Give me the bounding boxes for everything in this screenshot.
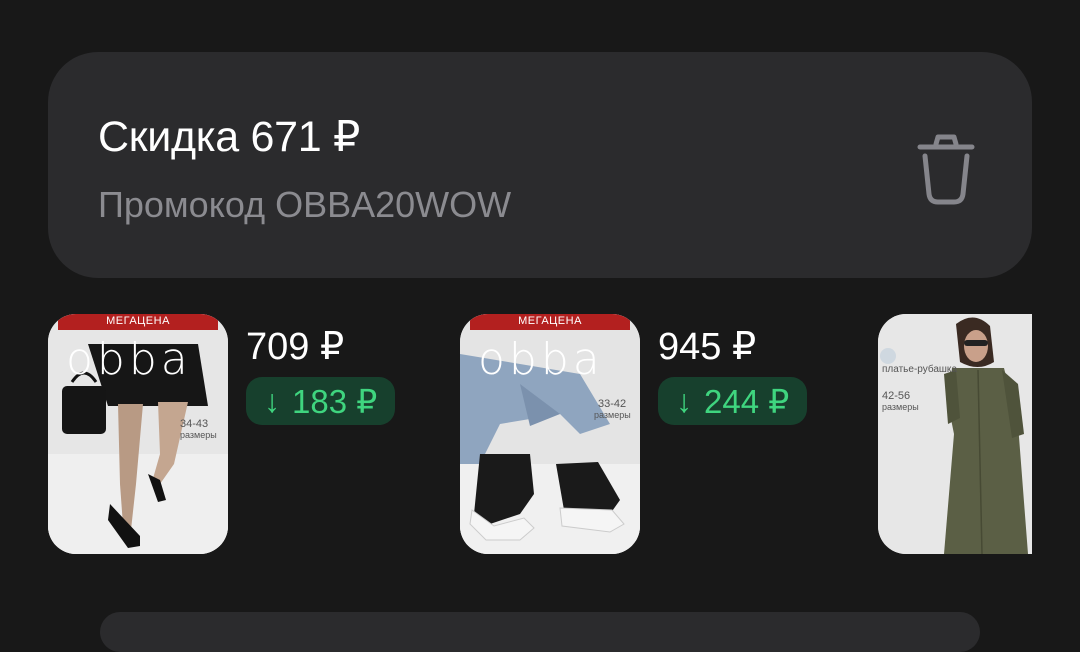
megaprice-badge: МЕГАЦЕНА [106, 315, 170, 327]
trash-icon [917, 134, 975, 205]
down-arrow-icon: ↓ [676, 382, 692, 419]
size-range: 33-42 [598, 398, 627, 410]
down-arrow-icon: ↓ [264, 382, 280, 419]
megaprice-badge: МЕГАЦЕНА [518, 315, 582, 327]
product-image-2[interactable]: МЕГАЦЕНА obba 33-42 размеры [460, 314, 640, 554]
size-range: 42-56 [882, 390, 911, 402]
discount-title: Скидка 671 ₽ [98, 113, 361, 161]
size-caption: размеры [180, 430, 217, 440]
size-range: 34-43 [180, 418, 209, 430]
product-price-2: 945 ₽ [658, 326, 757, 368]
delete-promo-button[interactable] [912, 132, 980, 208]
size-caption: размеры [594, 410, 631, 420]
size-caption: размеры [882, 402, 919, 412]
product-type-label: платье-рубашка [882, 364, 958, 375]
product-image-3[interactable]: платье-рубашка 42-56 размеры [878, 314, 1032, 554]
next-card[interactable] [100, 612, 980, 652]
price-drop-value: 183 ₽ [292, 382, 378, 420]
price-drop-badge-1: ↓ 183 ₽ [246, 377, 396, 425]
price-drop-badge-2: ↓ 244 ₽ [658, 377, 808, 425]
price-drop-value: 244 ₽ [704, 382, 790, 420]
product-price-1: 709 ₽ [246, 326, 345, 368]
product-image-1[interactable]: МЕГАЦЕНА obba 34-43 размеры [48, 314, 228, 554]
promo-code-label: Промокод OBBA20WOW [98, 184, 512, 225]
promo-card[interactable]: Скидка 671 ₽ Промокод OBBA20WOW [48, 52, 1032, 278]
brand-logo: obba [66, 334, 192, 385]
brand-logo: obba [478, 334, 604, 385]
